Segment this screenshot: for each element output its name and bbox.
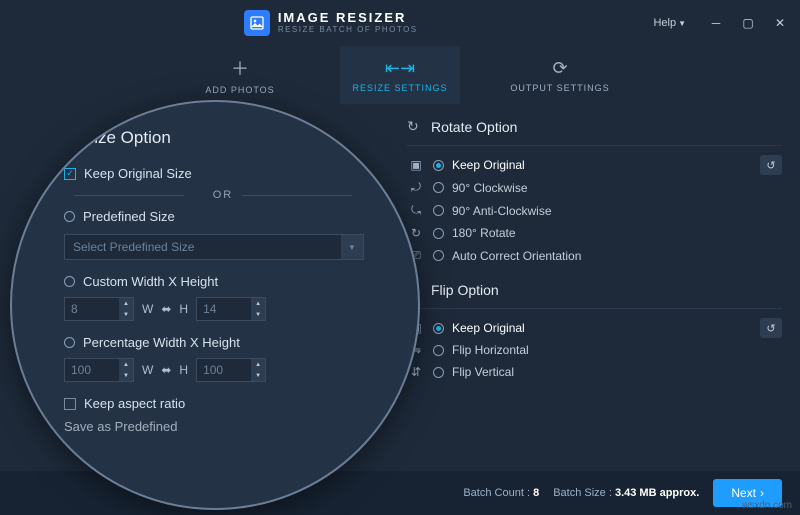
rotate-cw-icon: ⤾: [407, 180, 425, 195]
image-icon: ▣: [407, 158, 425, 172]
keep-original-size-option[interactable]: ✓ Keep Original Size: [64, 162, 382, 185]
rotate-keep-original[interactable]: ▣ Keep Original ↺: [407, 154, 782, 176]
spin-down[interactable]: ▼: [119, 370, 133, 381]
height-label: H: [179, 302, 188, 316]
app-icon: [244, 10, 270, 36]
rotate-180-icon: ↻: [407, 226, 425, 240]
app-title: IMAGE RESIZER: [278, 11, 418, 25]
predefined-size-select[interactable]: Select Predefined Size ▼: [64, 234, 364, 260]
percent-width-input[interactable]: 100 ▲▼: [64, 358, 134, 382]
percent-height-input[interactable]: 100 ▲▼: [196, 358, 266, 382]
close-button[interactable]: ✕: [768, 11, 792, 35]
spin-up[interactable]: ▲: [251, 298, 265, 309]
save-as-predefined-option[interactable]: Save as Predefined: [64, 415, 382, 438]
help-menu[interactable]: Help▼: [653, 17, 686, 29]
plus-photo-icon: ＋: [231, 55, 249, 81]
maximize-button[interactable]: ▢: [736, 11, 760, 35]
rotate-section-header: ↻ Rotate Option: [407, 114, 782, 146]
keep-aspect-ratio-option[interactable]: Keep aspect ratio: [64, 392, 382, 415]
rotate-header-icon: ↻: [407, 118, 423, 135]
spin-down[interactable]: ▼: [251, 309, 265, 320]
app-subtitle: RESIZE BATCH OF PHOTOS: [278, 26, 418, 35]
predefined-size-option[interactable]: Predefined Size: [64, 205, 382, 228]
checkbox-unchecked[interactable]: [64, 398, 76, 410]
batch-count-info: Batch Count : 8: [463, 487, 539, 499]
radio-unchecked[interactable]: [64, 276, 75, 287]
flip-vertical[interactable]: ⇵ Flip Vertical: [407, 361, 782, 383]
spin-down[interactable]: ▼: [251, 370, 265, 381]
resize-icon: ⇤⇥: [385, 58, 415, 79]
spin-up[interactable]: ▲: [119, 359, 133, 370]
percentage-size-option[interactable]: Percentage Width X Height: [64, 331, 382, 354]
chevron-down-icon: ▼: [341, 235, 363, 259]
spin-up[interactable]: ▲: [251, 359, 265, 370]
checkbox-checked-icon[interactable]: ✓: [64, 168, 76, 180]
flip-section-header: ⇋ Flip Option: [407, 277, 782, 309]
radio-unchecked[interactable]: [64, 211, 75, 222]
custom-size-option[interactable]: Custom Width X Height: [64, 270, 382, 293]
rotate-90-cw[interactable]: ⤾ 90° Clockwise: [407, 176, 782, 199]
batch-size-info: Batch Size : 3.43 MB approx.: [553, 487, 699, 499]
custom-width-input[interactable]: 8 ▲▼: [64, 297, 134, 321]
width-label: W: [142, 363, 153, 377]
custom-height-input[interactable]: 14 ▲▼: [196, 297, 266, 321]
settings-icon: ⟳: [552, 58, 567, 79]
flip-reset-button[interactable]: ↺: [760, 318, 782, 338]
width-label: W: [142, 302, 153, 316]
height-label: H: [179, 363, 188, 377]
rotate-auto-correct[interactable]: ⎚ Auto Correct Orientation: [407, 244, 782, 267]
minimize-button[interactable]: ─: [704, 11, 728, 35]
rotate-reset-button[interactable]: ↺: [760, 155, 782, 175]
magnifier-lens: Resize Option ✓ Keep Original Size OR Pr…: [10, 100, 420, 510]
spin-down[interactable]: ▼: [119, 309, 133, 320]
radio-unchecked[interactable]: [64, 337, 75, 348]
or-divider: OR: [64, 189, 382, 201]
flip-keep-original[interactable]: ▣ Keep Original ↺: [407, 317, 782, 339]
spin-up[interactable]: ▲: [119, 298, 133, 309]
flip-horizontal[interactable]: ⇋ Flip Horizontal: [407, 339, 782, 361]
rotate-ccw-icon: ⤿: [407, 203, 425, 218]
tab-resize-settings[interactable]: ⇤⇥ RESIZE SETTINGS: [340, 46, 460, 104]
rotate-90-ccw[interactable]: ⤿ 90° Anti-Clockwise: [407, 199, 782, 222]
tab-add-photos[interactable]: ＋ ADD PHOTOS: [180, 46, 300, 104]
watermark: wsxdn.com: [742, 500, 792, 511]
rotate-180[interactable]: ↻ 180° Rotate: [407, 222, 782, 244]
link-icon[interactable]: ⬌: [161, 302, 171, 316]
tab-output-settings[interactable]: ⟳ OUTPUT SETTINGS: [500, 46, 620, 104]
link-icon[interactable]: ⬌: [161, 363, 171, 377]
